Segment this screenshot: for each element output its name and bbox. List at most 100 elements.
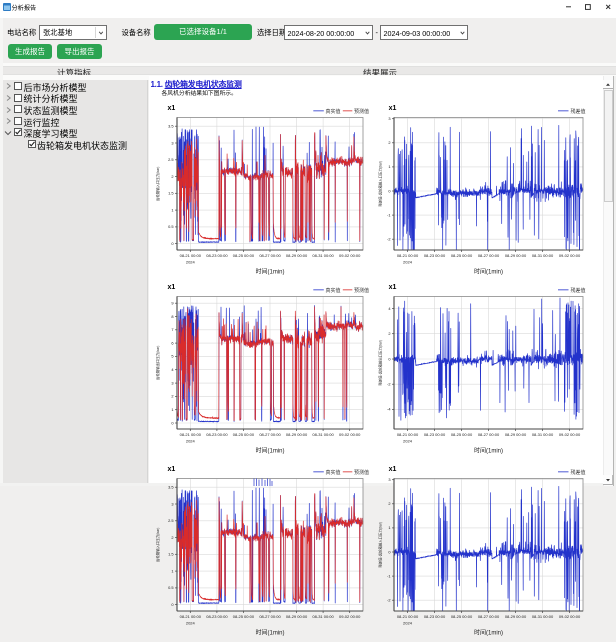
svg-text:4: 4	[171, 367, 174, 372]
svg-text:0: 0	[388, 549, 391, 554]
svg-text:x1: x1	[168, 466, 176, 473]
svg-text:预测值: 预测值	[354, 287, 369, 294]
svg-text:2024: 2024	[403, 620, 413, 625]
svg-text:08-23 00:00: 08-23 00:00	[206, 253, 228, 258]
svg-text:1: 1	[388, 164, 390, 169]
svg-text:x1: x1	[389, 105, 397, 112]
svg-text:08-27 00:00: 08-27 00:00	[259, 253, 281, 258]
svg-text:x1: x1	[389, 284, 397, 291]
svg-text:08-27 00:00: 08-27 00:00	[259, 613, 281, 618]
svg-text:08-25 00:00: 08-25 00:00	[451, 432, 473, 437]
svg-text:08-29 00:00: 08-29 00:00	[505, 432, 527, 437]
svg-text:7: 7	[171, 327, 173, 332]
svg-text:时间(1min): 时间(1min)	[474, 267, 503, 275]
svg-text:2: 2	[171, 174, 173, 179]
svg-text:真实值: 真实值	[326, 469, 341, 476]
svg-text:2024: 2024	[403, 438, 413, 443]
svg-text:08-25 00:00: 08-25 00:00	[233, 613, 255, 618]
svg-text:残差值: 残差值	[571, 469, 586, 476]
svg-text:08-29 00:00: 08-29 00:00	[286, 613, 308, 618]
svg-text:08-21 00:00: 08-21 00:00	[180, 253, 202, 258]
svg-text:1.5: 1.5	[168, 551, 173, 556]
svg-text:2.5: 2.5	[168, 157, 173, 162]
svg-text:预测值: 预测值	[354, 469, 369, 476]
svg-text:残差值: 残差值	[571, 108, 586, 115]
svg-text:预测值: 预测值	[354, 108, 369, 115]
svg-text:时间(1min): 时间(1min)	[255, 446, 284, 454]
svg-text:1: 1	[388, 525, 390, 530]
svg-text:残差值-齿轮箱输入口压力(bar): 残差值-齿轮箱输入口压力(bar)	[378, 522, 383, 568]
svg-text:08-31 00:00: 08-31 00:00	[312, 253, 334, 258]
svg-text:5: 5	[171, 354, 173, 359]
svg-text:齿轮箱输入口压力(bar): 齿轮箱输入口压力(bar)	[155, 167, 160, 201]
svg-text:08-27 00:00: 08-27 00:00	[478, 253, 500, 258]
svg-text:x1: x1	[168, 284, 176, 291]
svg-text:08-29 00:00: 08-29 00:00	[286, 253, 308, 258]
svg-text:08-23 00:00: 08-23 00:00	[424, 613, 446, 618]
svg-text:2.5: 2.5	[168, 518, 173, 523]
svg-text:4: 4	[388, 306, 391, 311]
svg-text:时间(1min): 时间(1min)	[255, 628, 284, 636]
svg-text:08-21 00:00: 08-21 00:00	[397, 613, 419, 618]
svg-text:08-29 00:00: 08-29 00:00	[286, 432, 308, 437]
svg-text:2: 2	[388, 140, 390, 145]
svg-text:09-02 00:00: 09-02 00:00	[339, 432, 361, 437]
svg-text:08-23 00:00: 08-23 00:00	[206, 613, 228, 618]
svg-text:09-02 00:00: 09-02 00:00	[559, 432, 581, 437]
svg-text:08-31 00:00: 08-31 00:00	[312, 432, 334, 437]
svg-text:3: 3	[388, 116, 390, 121]
svg-text:残差值-齿轮箱输入口压力(bar): 残差值-齿轮箱输入口压力(bar)	[378, 161, 383, 207]
svg-text:2: 2	[388, 501, 390, 506]
svg-text:0: 0	[388, 188, 391, 193]
svg-text:-2: -2	[387, 597, 390, 602]
svg-text:08-21 00:00: 08-21 00:00	[397, 432, 419, 437]
svg-text:0: 0	[171, 601, 174, 606]
svg-text:x1: x1	[168, 105, 176, 112]
svg-text:2024: 2024	[186, 259, 196, 264]
svg-text:2: 2	[388, 331, 390, 336]
svg-text:08-31 00:00: 08-31 00:00	[532, 613, 554, 618]
svg-text:-2: -2	[387, 237, 390, 242]
svg-text:0.5: 0.5	[168, 585, 173, 590]
svg-text:2024: 2024	[403, 259, 413, 264]
svg-text:3: 3	[171, 380, 173, 385]
svg-text:1: 1	[171, 207, 173, 212]
svg-text:08-25 00:00: 08-25 00:00	[233, 432, 255, 437]
svg-text:08-25 00:00: 08-25 00:00	[233, 253, 255, 258]
svg-text:0: 0	[171, 241, 174, 246]
svg-text:-1: -1	[387, 573, 390, 578]
svg-text:残差值: 残差值	[571, 287, 586, 294]
svg-text:08-27 00:00: 08-27 00:00	[478, 432, 500, 437]
svg-text:2024: 2024	[186, 620, 196, 625]
svg-text:08-31 00:00: 08-31 00:00	[532, 432, 554, 437]
svg-text:3: 3	[171, 501, 173, 506]
svg-text:0: 0	[171, 420, 174, 425]
svg-text:08-27 00:00: 08-27 00:00	[478, 613, 500, 618]
svg-text:0: 0	[388, 356, 391, 361]
svg-text:2024: 2024	[186, 438, 196, 443]
svg-text:09-02 00:00: 09-02 00:00	[339, 253, 361, 258]
svg-text:-1: -1	[387, 212, 390, 217]
svg-text:1: 1	[171, 407, 173, 412]
svg-text:1: 1	[171, 568, 173, 573]
svg-text:08-21 00:00: 08-21 00:00	[180, 432, 202, 437]
svg-text:-4: -4	[387, 407, 391, 412]
svg-text:时间(1min): 时间(1min)	[474, 446, 503, 454]
svg-text:08-25 00:00: 08-25 00:00	[451, 613, 473, 618]
svg-text:08-31 00:00: 08-31 00:00	[312, 613, 334, 618]
svg-text:-2: -2	[387, 382, 390, 387]
svg-text:齿轮箱输出口压力(bar): 齿轮箱输出口压力(bar)	[155, 346, 160, 380]
svg-text:x1: x1	[389, 466, 397, 473]
svg-text:0.5: 0.5	[168, 224, 173, 229]
svg-text:时间(1min): 时间(1min)	[255, 267, 284, 275]
svg-text:真实值: 真实值	[326, 108, 341, 115]
svg-text:8: 8	[171, 314, 173, 319]
svg-text:6: 6	[171, 340, 173, 345]
svg-text:08-27 00:00: 08-27 00:00	[259, 432, 281, 437]
svg-text:3: 3	[171, 140, 173, 145]
svg-text:9: 9	[171, 301, 173, 306]
svg-text:齿轮箱输入口压力(bar): 齿轮箱输入口压力(bar)	[155, 527, 160, 561]
svg-text:08-29 00:00: 08-29 00:00	[505, 613, 527, 618]
svg-text:08-21 00:00: 08-21 00:00	[397, 253, 419, 258]
svg-text:08-23 00:00: 08-23 00:00	[424, 253, 446, 258]
